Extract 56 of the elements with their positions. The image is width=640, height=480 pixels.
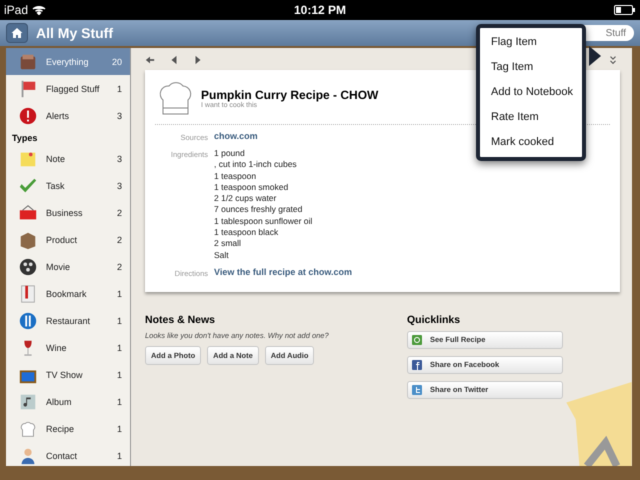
sidebar-item[interactable]: Note 3: [6, 145, 130, 172]
device-name: iPad: [4, 3, 28, 17]
ingredient-text: 2 small: [214, 238, 242, 250]
ingredient-text: 2 1/2 cups water: [214, 193, 278, 204]
recipe-icon: [412, 334, 422, 345]
film-reel-icon: [18, 256, 38, 276]
section-title: Notes & News: [145, 314, 216, 326]
home-button[interactable]: [6, 23, 28, 43]
ingredient-text: 7 ounces freshly grated: [214, 204, 304, 216]
clock: 10:12 PM: [294, 3, 346, 17]
ingredient-text: 1 teaspoon black: [214, 227, 280, 238]
wifi-icon: [32, 5, 46, 15]
link[interactable]: chow.com: [214, 131, 258, 141]
ingredient-text: 1 tablespoon sunflower oil: [214, 216, 312, 228]
twitter-icon: [412, 384, 422, 395]
ingredient-text: Salt: [214, 250, 230, 261]
music-icon: [18, 392, 38, 412]
sidebar-item[interactable]: Restaurant 1: [6, 307, 130, 334]
box-icon: [18, 52, 38, 72]
section-title: Quicklinks: [407, 314, 462, 326]
next-icon[interactable]: [193, 55, 203, 65]
ingredient-text: 1 teaspoon smoked: [214, 182, 290, 194]
expand-icon[interactable]: [608, 55, 618, 65]
sidebar-item[interactable]: Flagged Stuff 1: [6, 75, 130, 102]
menu-item[interactable]: Mark cooked: [480, 130, 582, 155]
sidebar-item[interactable]: Business 2: [6, 199, 130, 226]
menu-item[interactable]: Rate Item: [480, 105, 582, 130]
home-icon: [11, 27, 23, 39]
sidebar-item[interactable]: TV Show 1: [6, 361, 130, 388]
sign-icon: [18, 202, 38, 222]
previous-icon[interactable]: [169, 55, 179, 65]
menu-item[interactable]: Tag Item: [480, 55, 582, 80]
sidebar-item[interactable]: Album 1: [6, 388, 130, 415]
ingredient-text: , cut into 1-inch cubes: [214, 159, 298, 171]
sidebar-item[interactable]: Bookmark 1: [6, 280, 130, 307]
facebook-icon: [412, 360, 422, 370]
sidebar-item[interactable]: Contact 1: [6, 442, 130, 466]
navigation-title: All My Stuff: [36, 25, 113, 41]
menu-item[interactable]: Add to Notebook: [480, 80, 582, 105]
ingredient-text: 1 teaspoon: [214, 170, 258, 182]
sidebar-item[interactable]: Movie 2: [6, 253, 130, 280]
ingredient-text: 1 pound: [214, 148, 246, 160]
item-title: Pumpkin Curry Recipe - CHOW: [201, 88, 378, 102]
book-icon: [18, 284, 38, 304]
sidebar-item[interactable]: Recipe 1: [6, 415, 130, 442]
sidebar-item[interactable]: Wine 1: [6, 334, 130, 361]
link[interactable]: View the full recipe at chow.com: [214, 266, 352, 277]
alert-icon: [18, 106, 38, 126]
sidebar-item[interactable]: Task 3: [6, 172, 130, 199]
battery-icon: [614, 5, 636, 15]
popover-pointer: [589, 46, 601, 66]
sidebar-item[interactable]: Alerts 3: [6, 102, 130, 129]
back-arrow-icon[interactable]: [145, 55, 155, 65]
sidebar-item[interactable]: Everything 20: [6, 48, 130, 75]
section-header: Types: [11, 132, 38, 145]
sidebar-item[interactable]: Product 2: [6, 226, 130, 253]
